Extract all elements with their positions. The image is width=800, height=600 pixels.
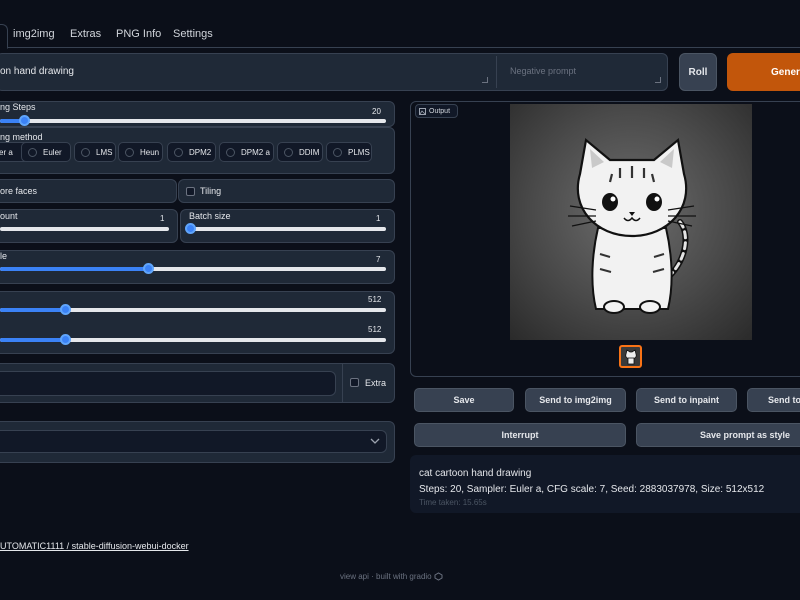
sampling-steps-thumb[interactable] xyxy=(19,115,30,126)
radio-icon xyxy=(226,147,235,157)
sampler-option-plms[interactable]: PLMS xyxy=(326,142,372,162)
resize-handle-icon[interactable] xyxy=(482,77,488,83)
batch-size-thumb[interactable] xyxy=(185,223,196,234)
seed-input[interactable] xyxy=(0,371,336,396)
cat-image xyxy=(568,137,696,314)
tiling-label: Tiling xyxy=(200,186,222,196)
negative-prompt-placeholder: Negative prompt xyxy=(510,66,577,76)
batch-count-slider[interactable] xyxy=(0,227,169,231)
batch-size-label: Batch size xyxy=(189,211,231,221)
sampling-method-label: ng method xyxy=(0,132,43,142)
radio-icon xyxy=(284,147,293,157)
sampler-option-label: Heun xyxy=(140,147,160,157)
batch-count-value[interactable]: 1 xyxy=(160,214,164,223)
footer-separator: · xyxy=(371,572,374,581)
extra-checkbox-icon[interactable] xyxy=(350,378,359,387)
sampler-option-heun[interactable]: Heun xyxy=(118,142,163,162)
restore-faces-label: ore faces xyxy=(0,186,38,196)
output-label: Output xyxy=(415,104,458,118)
batch-size-slider[interactable] xyxy=(189,227,386,231)
cfg-scale-label: le xyxy=(0,251,8,261)
sampler-option-dpm2-a[interactable]: DPM2 a xyxy=(219,142,274,162)
width-value[interactable]: 512 xyxy=(368,295,381,304)
width-fill xyxy=(0,308,66,312)
info-params: Steps: 20, Sampler: Euler a, CFG scale: … xyxy=(419,484,765,495)
sampler-option-label: DDIM xyxy=(299,147,320,157)
generate-button[interactable]: Genera xyxy=(727,53,800,91)
tab-extras[interactable]: Extras xyxy=(70,28,101,40)
sampling-steps-label: ng Steps xyxy=(0,102,36,112)
script-dropdown[interactable] xyxy=(0,430,387,453)
footer-credits: view api · built with gradio xyxy=(340,572,443,581)
sampler-option-dpm2[interactable]: DPM2 xyxy=(167,142,216,162)
tab-img2img[interactable]: img2img xyxy=(13,28,55,40)
image-icon xyxy=(419,107,426,115)
batch-count-panel xyxy=(0,209,178,243)
prompt-input[interactable]: on hand drawing xyxy=(0,66,74,77)
extra-label: Extra xyxy=(365,378,387,388)
resize-handle-icon[interactable] xyxy=(655,77,661,83)
sampling-steps-panel xyxy=(0,101,395,127)
send-to-img2img-button[interactable]: Send to img2img xyxy=(525,388,626,412)
generated-image[interactable] xyxy=(510,104,752,340)
built-with-gradio-link[interactable]: built with gradio xyxy=(376,572,432,581)
radio-icon xyxy=(125,147,134,157)
cfg-scale-fill xyxy=(0,267,148,271)
tab-png-info[interactable]: PNG Info xyxy=(116,28,161,40)
footer-repo-link[interactable]: UTOMATIC1111 / stable-diffusion-webui-do… xyxy=(0,541,189,551)
batch-count-label: ount xyxy=(0,211,18,221)
sampling-steps-slider[interactable] xyxy=(0,119,386,123)
save-prompt-as-style-button[interactable]: Save prompt as style xyxy=(636,423,800,447)
height-thumb[interactable] xyxy=(60,334,71,345)
info-prompt: cat cartoon hand drawing xyxy=(419,468,532,479)
checkbox-icon[interactable] xyxy=(186,187,195,196)
sampler-option-label: DPM2 a xyxy=(241,147,270,157)
batch-size-value[interactable]: 1 xyxy=(376,214,380,223)
height-value[interactable]: 512 xyxy=(368,325,381,334)
sampler-option-lms[interactable]: LMS xyxy=(74,142,116,162)
gradio-logo-icon xyxy=(434,572,443,581)
divider xyxy=(342,363,343,403)
sampler-option-label: er a xyxy=(0,147,13,157)
tab-txt2img[interactable] xyxy=(0,24,8,49)
save-button[interactable]: Save xyxy=(414,388,514,412)
sampler-option-ddim[interactable]: DDIM xyxy=(277,142,323,162)
width-thumb[interactable] xyxy=(60,304,71,315)
radio-icon xyxy=(174,147,183,157)
radio-icon xyxy=(81,147,90,157)
sampler-option-euler[interactable]: Euler xyxy=(21,142,71,162)
tab-bar: img2img Extras PNG Info Settings xyxy=(0,24,800,49)
sampler-option-label: Euler xyxy=(43,147,62,157)
cfg-scale-value[interactable]: 7 xyxy=(376,255,380,264)
height-fill xyxy=(0,338,66,342)
output-label-text: Output xyxy=(429,107,451,115)
chevron-down-icon[interactable] xyxy=(370,437,380,445)
cfg-scale-thumb[interactable] xyxy=(143,263,154,274)
info-time: Time taken: 15.65s xyxy=(419,498,487,507)
send-to-inpaint-button[interactable]: Send to inpaint xyxy=(636,388,737,412)
sampling-steps-value[interactable]: 20 xyxy=(372,107,381,116)
sampler-option-label: LMS xyxy=(96,147,113,157)
cat-thumbnail-icon xyxy=(624,348,637,364)
sampler-option-label: DPM2 xyxy=(189,147,212,157)
radio-icon xyxy=(28,147,37,157)
sampler-option-label: PLMS xyxy=(348,147,370,157)
roll-button[interactable]: Roll xyxy=(679,53,717,91)
radio-icon xyxy=(333,147,342,157)
image-thumbnail[interactable] xyxy=(619,345,642,368)
tab-settings[interactable]: Settings xyxy=(173,28,213,40)
dimensions-panel xyxy=(0,291,395,354)
view-api-link[interactable]: view api xyxy=(340,572,369,581)
send-to-extras-button[interactable]: Send to xyxy=(747,388,800,412)
interrupt-button[interactable]: Interrupt xyxy=(414,423,626,447)
